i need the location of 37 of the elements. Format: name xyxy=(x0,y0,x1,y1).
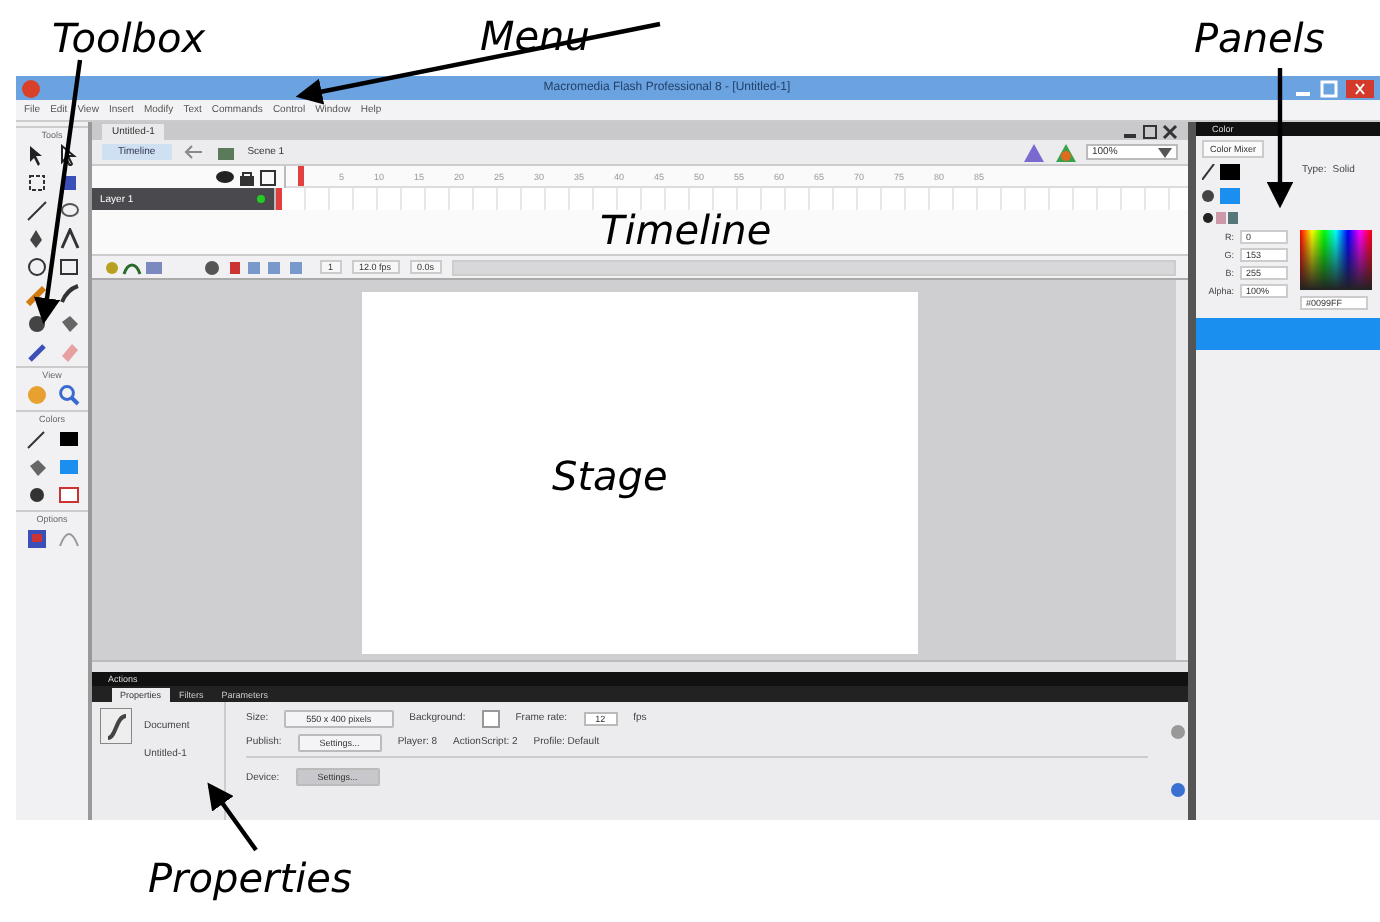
close-icon[interactable] xyxy=(1162,123,1178,139)
color-spectrum[interactable] xyxy=(1300,230,1372,290)
callout-arrow xyxy=(207,782,258,852)
scrollbar[interactable] xyxy=(452,259,1176,275)
scrollbar[interactable] xyxy=(1176,280,1188,660)
callout-arrow xyxy=(1266,68,1294,209)
fill-color-icon[interactable] xyxy=(1202,188,1242,204)
eye-icon[interactable] xyxy=(216,170,234,184)
zoom-icon[interactable] xyxy=(57,384,79,406)
lock-icon[interactable] xyxy=(240,169,254,185)
oval-icon[interactable] xyxy=(25,256,47,278)
flash-document-icon[interactable] xyxy=(100,708,132,744)
background-color-swatch[interactable] xyxy=(481,709,500,727)
stroke-color-icon[interactable] xyxy=(1202,164,1242,180)
transform-icon[interactable] xyxy=(25,172,47,194)
fill-color-icon[interactable] xyxy=(57,456,79,478)
annotation-label: Stage xyxy=(552,456,668,496)
rectangle-icon[interactable] xyxy=(57,256,79,278)
restore-icon[interactable] xyxy=(1142,123,1158,139)
annotation-label: Panels xyxy=(1194,18,1325,58)
arrow-icon[interactable] xyxy=(25,144,47,166)
no-color-icon[interactable] xyxy=(57,484,79,506)
stroke-color-icon[interactable] xyxy=(57,428,79,450)
annotation-label: Toolbox xyxy=(52,18,206,58)
dropdown-icon[interactable] xyxy=(1158,147,1172,157)
annotation-label: Properties xyxy=(148,858,352,898)
close-icon[interactable] xyxy=(1346,79,1374,97)
layer-buttons-icon[interactable] xyxy=(104,259,164,275)
outline-icon[interactable] xyxy=(260,169,276,185)
annotation-label: Timeline xyxy=(600,210,772,250)
text-icon[interactable] xyxy=(57,228,79,250)
maximize-icon[interactable] xyxy=(1320,79,1338,97)
scrollbar[interactable] xyxy=(92,660,1188,672)
layer-dot-icon[interactable] xyxy=(256,194,266,204)
line-icon[interactable] xyxy=(25,200,47,222)
back-arrow-icon[interactable] xyxy=(183,144,204,160)
arrow-icon[interactable] xyxy=(57,144,79,166)
